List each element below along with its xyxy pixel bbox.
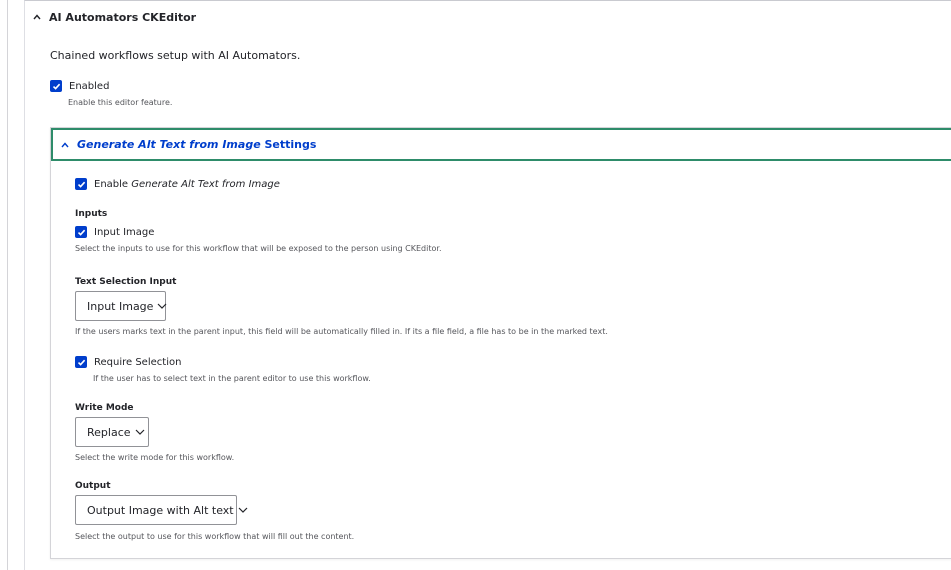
require-selection-label: Require Selection: [94, 356, 182, 368]
output-value: Output Image with Alt text: [87, 503, 234, 517]
workflow-title-suffix: Settings: [260, 138, 317, 151]
workflow-settings-title: Generate Alt Text from Image Settings: [77, 138, 316, 151]
chevron-up-icon: [61, 141, 69, 149]
require-selection-help: If the user has to select text in the pa…: [93, 374, 371, 383]
enable-workflow-prefix: Enable: [94, 178, 132, 190]
write-mode-select[interactable]: Replace: [75, 417, 149, 447]
output-select[interactable]: Output Image with Alt text: [75, 495, 248, 525]
text-selection-input-help: If the users marks text in the parent in…: [75, 327, 608, 336]
text-selection-input-label: Text Selection Input: [75, 277, 177, 287]
enable-workflow-checkbox-row[interactable]: Enable Generate Alt Text from Image: [75, 178, 280, 190]
write-mode-label: Write Mode: [75, 403, 134, 413]
section-description: Chained workflows setup with AI Automato…: [50, 49, 301, 62]
page: AI Automators CKEditor Chained workflows…: [0, 0, 951, 570]
chevron-down-icon: [135, 426, 145, 439]
text-selection-input-select[interactable]: Input Image: [75, 291, 167, 321]
left-divider: [7, 0, 8, 570]
require-selection-checkbox-row[interactable]: Require Selection: [75, 356, 181, 368]
workflow-settings-summary[interactable]: Generate Alt Text from Image Settings: [51, 128, 951, 161]
enabled-label: Enabled: [69, 80, 110, 92]
input-image-checkbox[interactable]: [75, 226, 87, 238]
input-image-label: Input Image: [94, 226, 155, 238]
workflow-title-emphasis: Generate Alt Text from Image: [77, 138, 261, 151]
enable-workflow-label: Enable Generate Alt Text from Image: [94, 179, 280, 190]
ai-automators-ckeditor-panel: AI Automators CKEditor Chained workflows…: [24, 0, 951, 570]
chevron-down-icon: [157, 300, 167, 313]
enable-workflow-checkbox[interactable]: [75, 178, 87, 190]
require-selection-checkbox[interactable]: [75, 356, 87, 368]
write-mode-value: Replace: [87, 425, 131, 439]
workflow-settings-panel: Generate Alt Text from Image Settings En…: [50, 127, 951, 559]
text-selection-input-value: Input Image: [87, 299, 154, 313]
section-title: AI Automators CKEditor: [49, 10, 197, 24]
enabled-checkbox-row[interactable]: Enabled: [50, 80, 109, 92]
enable-workflow-emphasis: Generate Alt Text from Image: [131, 178, 280, 190]
enabled-checkbox[interactable]: [50, 80, 62, 92]
chevron-down-icon: [238, 504, 248, 517]
inputs-help: Select the inputs to use for this workfl…: [75, 244, 442, 253]
output-label: Output: [75, 481, 111, 491]
ai-automators-summary[interactable]: AI Automators CKEditor: [33, 7, 196, 27]
input-image-checkbox-row[interactable]: Input Image: [75, 226, 154, 238]
chevron-up-icon: [33, 13, 41, 21]
inputs-label: Inputs: [75, 209, 108, 219]
write-mode-help: Select the write mode for this workflow.: [75, 453, 235, 462]
output-help: Select the output to use for this workfl…: [75, 532, 355, 541]
enabled-help: Enable this editor feature.: [68, 98, 173, 107]
